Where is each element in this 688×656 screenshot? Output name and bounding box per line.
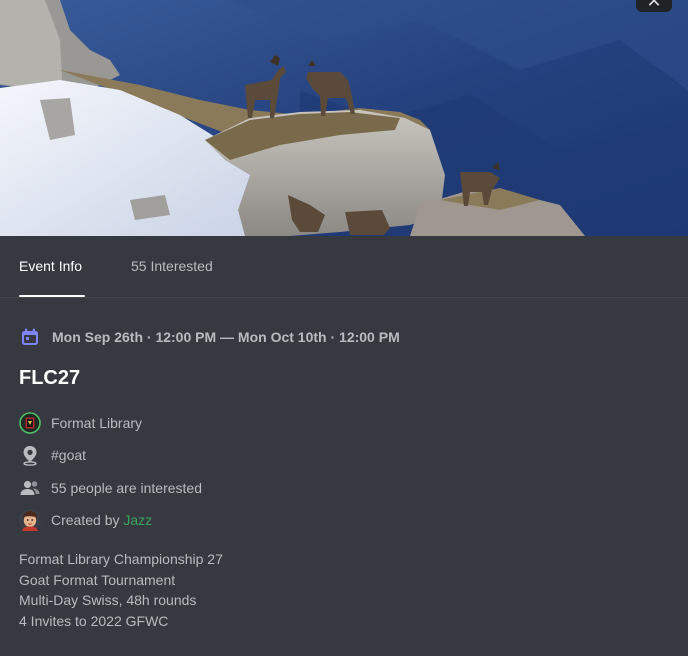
event-creator-row: Created by Jazz (19, 508, 152, 532)
event-server-row[interactable]: Format Library (19, 411, 142, 435)
description-line: Multi-Day Swiss, 48h rounds (19, 592, 197, 608)
tab-interested-label: 55 Interested (131, 258, 213, 274)
close-button[interactable]: ✕ (636, 0, 672, 12)
event-datetime-row: Mon Sep 26th · 12:00 PM — Mon Oct 10th ·… (19, 326, 400, 348)
calendar-icon (19, 326, 41, 348)
event-modal: ✕ Event Info 55 Interested Mon Sep 26th … (0, 0, 688, 656)
event-server-name: Format Library (51, 415, 143, 431)
description-line: 4 Invites to 2022 GFWC (19, 612, 169, 629)
description-line: Goat Format Tournament (19, 571, 176, 588)
server-icon (19, 412, 41, 434)
tab-event-info[interactable]: Event Info (19, 258, 85, 297)
description-line: Format Library Championship 27 (19, 551, 223, 567)
active-tab-indicator (19, 295, 85, 297)
event-tabs: Event Info 55 Interested (0, 236, 688, 298)
ibex-cliff-photo (0, 0, 688, 236)
creator-avatar[interactable] (19, 509, 41, 531)
created-by-prefix: Created by (51, 512, 124, 528)
created-by-label: Created by Jazz (51, 512, 152, 528)
creator-name-link[interactable]: Jazz (123, 512, 152, 528)
people-icon (19, 477, 41, 499)
event-cover-image: ✕ (0, 0, 688, 236)
tab-event-info-label: Event Info (19, 258, 83, 274)
event-channel-row[interactable]: #goat (19, 443, 86, 467)
event-interested-count: 55 people are interested (51, 480, 202, 496)
event-channel-name: #goat (51, 447, 87, 463)
event-title: FLC27 (19, 367, 81, 389)
event-datetime: Mon Sep 26th · 12:00 PM — Mon Oct 10th ·… (52, 329, 400, 345)
tab-interested[interactable]: 55 Interested (131, 258, 213, 274)
event-description: Format Library Championship 27 Goat Form… (19, 549, 223, 631)
location-pin-icon (19, 444, 41, 466)
event-interested-row: 55 people are interested (19, 476, 202, 500)
